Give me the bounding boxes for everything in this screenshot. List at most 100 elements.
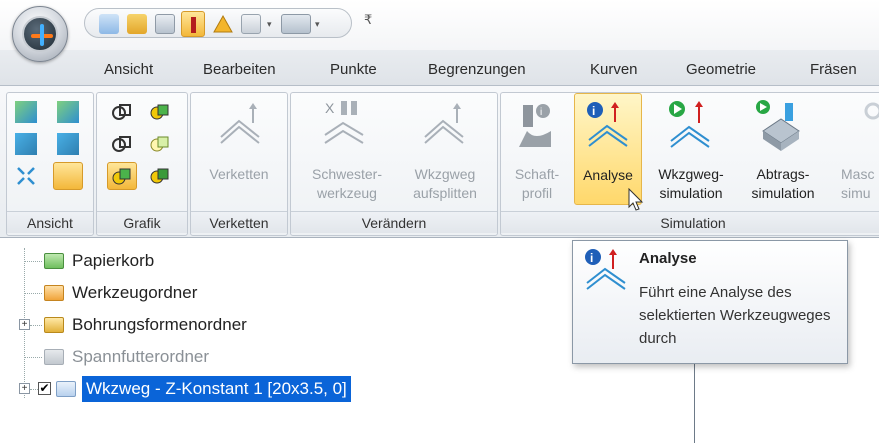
schwesterwerkzeug-button[interactable]: Schwester- werkzeug — [295, 165, 399, 203]
aufsplitten-label-1: Wkzgweg — [414, 166, 476, 182]
group-ansicht: Ansicht — [6, 92, 94, 236]
wkzgweg-simulation-label-2: simulation — [659, 185, 723, 201]
shaft-profile-icon[interactable]: i — [515, 101, 555, 153]
toolpath-visibility-checkbox[interactable]: ✔ — [38, 382, 51, 395]
group-label-simulation: Simulation — [501, 211, 879, 233]
expand-toggle[interactable]: + — [19, 383, 30, 394]
tooltip-title: Analyse — [639, 250, 697, 267]
view-iso-icon[interactable] — [15, 101, 37, 123]
maschinen-simulation-label-1: Masc — [841, 166, 875, 182]
drill-folder-icon — [44, 317, 64, 333]
tab-ansicht[interactable]: Ansicht — [104, 61, 153, 78]
sister-tool-icon[interactable]: X — [319, 99, 369, 151]
stock-removal-simulation-icon[interactable] — [753, 97, 805, 153]
analyse-icon: i — [587, 102, 628, 147]
tree-connector — [24, 357, 42, 358]
save-icon[interactable] — [155, 14, 175, 34]
tree-connector — [24, 293, 42, 294]
verketten-button[interactable]: Verketten — [191, 165, 287, 184]
group-label-ansicht: Ansicht — [7, 211, 93, 233]
tree-item-label: Wkzweg - Z-Konstant 1 [20x3.5, 0] — [82, 376, 351, 402]
print-dropdown-icon[interactable]: ▾ — [267, 19, 272, 30]
application-menu-button[interactable] — [12, 6, 68, 62]
group-label-veraendern: Verändern — [291, 211, 497, 233]
wkzgweg-simulation-button[interactable]: Wkzgweg- simulation — [645, 165, 737, 203]
axes-icon[interactable] — [53, 162, 83, 190]
wkzgweg-aufsplitten-button[interactable]: Wkzgweg aufsplitten — [397, 165, 493, 203]
shaded-edges-icon[interactable] — [149, 133, 171, 155]
toolpath-icon — [56, 381, 76, 397]
view-front-icon[interactable] — [15, 133, 37, 155]
quick-access-toolbar: ▾ ▾ ₹ — [0, 0, 879, 62]
tooltip-description: Führt eine Analyse des selektierten Werk… — [639, 284, 831, 347]
abtrags-simulation-button[interactable]: Abtrags- simulation — [737, 165, 829, 203]
quick-access-bar: ▾ ▾ — [84, 8, 352, 38]
svg-text:i: i — [540, 107, 542, 118]
schwesterwerkzeug-label-1: Schwester- — [311, 166, 383, 182]
group-veraendern: X Schwester- werkzeug Wkzgweg aufsplitte… — [290, 92, 498, 236]
tree-connector — [24, 261, 42, 262]
zoom-fit-icon[interactable] — [15, 165, 37, 187]
svg-text:i: i — [590, 251, 593, 265]
group-label-grafik: Grafik — [97, 211, 187, 233]
svg-text:i: i — [592, 104, 595, 118]
tree-connector — [30, 389, 38, 390]
warning-icon[interactable] — [213, 14, 233, 34]
tree-item-label: Werkzeugordner — [72, 283, 198, 302]
svg-text:X: X — [325, 100, 335, 116]
tree-item-label: Spannfutterordner — [72, 347, 210, 366]
split-toolpath-icon[interactable] — [419, 101, 469, 151]
tab-begrenzungen[interactable]: Begrenzungen — [428, 61, 526, 78]
wireframe-icon[interactable] — [111, 101, 133, 123]
counter-dropdown-icon[interactable]: ▾ — [315, 19, 320, 30]
group-label-verketten: Verketten — [191, 211, 287, 233]
aufsplitten-label-2: aufsplitten — [413, 185, 477, 201]
tab-punkte[interactable]: Punkte — [330, 61, 377, 78]
group-simulation: i Schaft- profil i Analyse Wkzgweg- simu… — [500, 92, 879, 236]
abtrags-simulation-label-1: Abtrags- — [756, 166, 810, 182]
tab-kurven[interactable]: Kurven — [590, 61, 638, 78]
schaftprofil-label-2: profil — [521, 185, 553, 201]
edit-icon[interactable] — [99, 14, 119, 34]
tab-fraesen[interactable]: Fräsen — [810, 61, 857, 78]
tool-folder-icon — [44, 285, 64, 301]
maschinen-simulation-button[interactable]: Masc simu — [841, 165, 879, 203]
schaftprofil-label-1: Schaft- — [514, 166, 560, 182]
info-icon[interactable] — [181, 11, 205, 37]
view-side-icon[interactable] — [57, 133, 79, 155]
tree-item-label: Bohrungsformenordner — [72, 315, 247, 334]
shaded-icon[interactable] — [149, 101, 171, 123]
expand-toggle[interactable]: + — [19, 319, 30, 330]
tree-item-label: Papierkorb — [72, 251, 155, 270]
recycle-bin-icon — [44, 253, 64, 269]
print-icon[interactable] — [241, 14, 261, 34]
counter-icon[interactable] — [281, 14, 311, 34]
lock-icon[interactable] — [127, 14, 147, 34]
analyse-label: Analyse — [583, 167, 633, 183]
analyse-icon: i — [585, 249, 626, 290]
wkzgweg-simulation-label-1: Wkzgweg- — [658, 166, 724, 182]
holder-folder-icon — [44, 349, 64, 365]
ribbon: Ansicht Grafik Verketten Verketten X Sch… — [0, 86, 879, 238]
machine-simulation-icon[interactable] — [863, 101, 879, 141]
chain-toolpath-icon[interactable] — [217, 101, 263, 151]
toolpath-simulation-icon[interactable] — [667, 99, 713, 153]
mouse-cursor-icon — [628, 188, 644, 211]
tab-bearbeiten[interactable]: Bearbeiten — [203, 61, 276, 78]
tree-connector — [30, 325, 42, 326]
shaded-active-icon[interactable] — [107, 162, 137, 190]
hidden-lines-icon[interactable] — [111, 133, 133, 155]
group-verketten: Verketten Verketten — [190, 92, 288, 236]
maschinen-simulation-label-2: simu — [841, 185, 871, 201]
view-top-icon[interactable] — [57, 101, 79, 123]
ribbon-tabs: Ansicht Bearbeiten Punkte Begrenzungen K… — [0, 50, 879, 86]
app-logo-icon — [22, 16, 58, 52]
group-grafik: Grafik — [96, 92, 188, 236]
analyse-tooltip: i Analyse Führt eine Analyse des selekti… — [572, 240, 848, 364]
tab-geometrie[interactable]: Geometrie — [686, 61, 756, 78]
customize-qat-button[interactable]: ₹ — [364, 12, 372, 28]
schaftprofil-button[interactable]: Schaft- profil — [501, 165, 573, 203]
abtrags-simulation-label-2: simulation — [751, 185, 815, 201]
shaded-solid-icon[interactable] — [149, 165, 171, 187]
schwesterwerkzeug-label-2: werkzeug — [317, 185, 377, 201]
